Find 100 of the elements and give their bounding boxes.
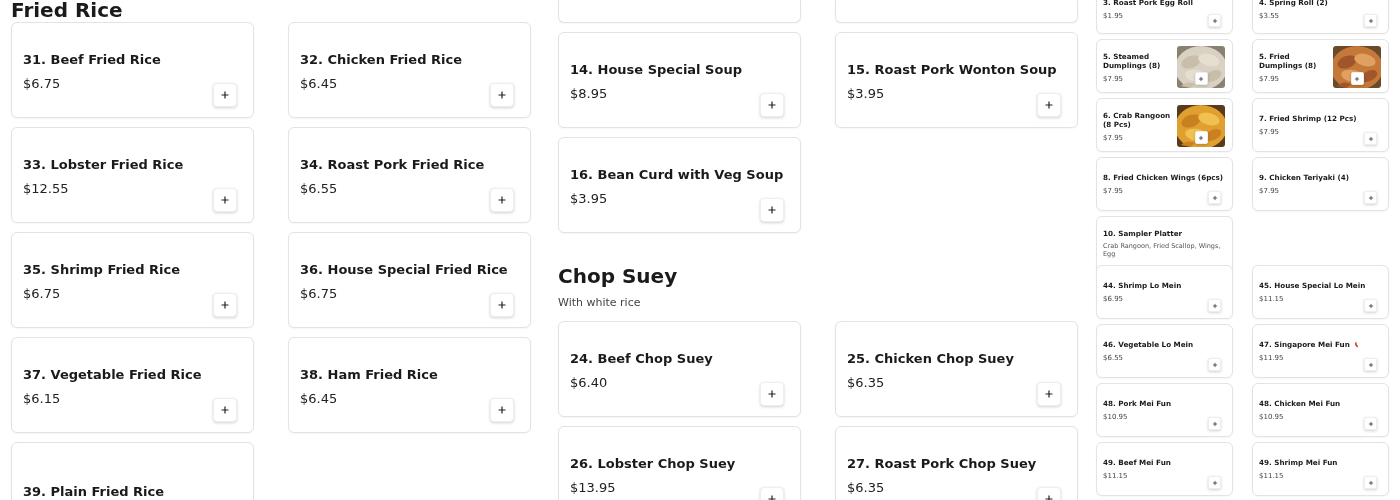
add-button[interactable] — [1037, 382, 1061, 406]
item-price: $6.45 — [300, 390, 339, 406]
plus-icon — [1367, 135, 1374, 142]
add-button[interactable] — [1364, 191, 1377, 204]
item-price: $6.55 — [300, 180, 339, 196]
add-button[interactable] — [1364, 417, 1377, 430]
plus-icon — [1354, 75, 1360, 82]
menu-item-card[interactable]: 31. Beef Fried Rice $6.75 — [11, 22, 254, 118]
item-name: 32. Chicken Fried Rice — [300, 51, 462, 67]
item-price: $6.75 — [300, 285, 339, 301]
plus-icon — [1367, 302, 1374, 309]
add-button[interactable] — [1208, 14, 1221, 27]
plus-icon — [497, 195, 507, 205]
plus-icon — [1211, 17, 1218, 24]
plus-icon — [1211, 479, 1218, 486]
section-heading: Chop Suey — [558, 263, 679, 289]
item-name: 15. Roast Pork Wonton Soup — [847, 61, 1057, 77]
plus-icon — [220, 300, 230, 310]
add-button[interactable] — [1208, 417, 1221, 430]
plus-icon — [1367, 361, 1374, 368]
item-name: 33. Lobster Fried Rice — [23, 156, 184, 172]
section-heading: Fried Rice — [11, 0, 124, 22]
plus-icon — [1367, 420, 1374, 427]
add-button[interactable] — [213, 293, 237, 317]
item-name: 34. Roast Pork Fried Rice — [300, 156, 485, 172]
plus-icon — [1367, 194, 1374, 201]
item-price: $6.40 — [570, 374, 609, 390]
item-name: 14. House Special Soup — [570, 61, 742, 77]
add-button[interactable] — [490, 398, 514, 422]
add-button[interactable] — [1364, 132, 1377, 145]
item-name: 39. Plain Fried Rice — [23, 483, 165, 499]
menu-item-card[interactable]: 25. Chicken Chop Suey $6.35 — [835, 321, 1078, 417]
menu-item-card[interactable]: 36. House Special Fried Rice $6.75 — [288, 232, 531, 328]
add-button[interactable] — [1037, 93, 1061, 117]
plus-icon — [1367, 479, 1374, 486]
add-button[interactable] — [760, 198, 784, 222]
add-button[interactable] — [213, 83, 237, 107]
add-button[interactable] — [1208, 476, 1221, 489]
add-button[interactable] — [1208, 191, 1221, 204]
plus-icon — [1211, 420, 1218, 427]
item-name: 31. Beef Fried Rice — [23, 51, 161, 67]
item-price: $6.75 — [23, 75, 62, 91]
add-button[interactable] — [1208, 358, 1221, 371]
item-name: 26. Lobster Chop Suey — [570, 455, 736, 471]
menu-item-card[interactable]: 34. Roast Pork Fried Rice $6.55 — [288, 127, 531, 223]
add-button[interactable] — [490, 83, 514, 107]
add-button[interactable] — [1208, 299, 1221, 312]
menu-item-card[interactable]: 14. House Special Soup $8.95 — [558, 32, 801, 128]
add-button[interactable] — [760, 93, 784, 117]
item-price: $6.35 — [847, 479, 886, 495]
item-name: 24. Beef Chop Suey — [570, 350, 713, 366]
item-name: 35. Shrimp Fried Rice — [23, 261, 180, 277]
item-price: $3.95 — [847, 85, 886, 101]
menu-item-card[interactable]: 27. Roast Pork Chop Suey $6.35 — [835, 426, 1078, 500]
item-price: $6.15 — [23, 390, 62, 406]
add-button[interactable] — [490, 293, 514, 317]
item-name: 37. Vegetable Fried Rice — [23, 366, 202, 382]
add-button[interactable] — [1364, 299, 1377, 312]
menu-item-card[interactable]: 16. Bean Curd with Veg Soup $3.95 — [558, 137, 801, 233]
plus-icon — [1211, 302, 1218, 309]
plus-icon — [220, 405, 230, 415]
item-price: $6.45 — [300, 75, 339, 91]
plus-icon — [1198, 75, 1204, 82]
item-name: 36. House Special Fried Rice — [300, 261, 508, 277]
menu-item-card[interactable]: 26. Lobster Chop Suey $13.95 — [558, 426, 801, 500]
item-price: $12.55 — [23, 180, 70, 196]
plus-icon — [497, 405, 507, 415]
add-button[interactable] — [490, 188, 514, 212]
add-button[interactable] — [760, 382, 784, 406]
add-button[interactable] — [1364, 476, 1377, 489]
item-price: $8.95 — [570, 85, 609, 101]
add-button[interactable] — [213, 398, 237, 422]
item-price: $6.35 — [847, 374, 886, 390]
plus-icon — [767, 100, 777, 110]
item-price: $3.95 — [570, 190, 609, 206]
menu-item-card[interactable]: 33. Lobster Fried Rice $12.55 — [11, 127, 254, 223]
add-button[interactable] — [213, 188, 237, 212]
plus-icon — [767, 389, 777, 399]
item-price: $6.75 — [23, 285, 62, 301]
menu-item-card[interactable]: 35. Shrimp Fried Rice $6.75 — [11, 232, 254, 328]
item-price: $13.95 — [570, 479, 617, 495]
section-subtitle: With white rice — [558, 296, 642, 309]
add-button[interactable] — [1364, 14, 1377, 27]
menu-item-card[interactable]: 38. Ham Fried Rice $6.45 — [288, 337, 531, 433]
menu-item-card[interactable]: 15. Roast Pork Wonton Soup $3.95 — [835, 32, 1078, 128]
item-name: 25. Chicken Chop Suey — [847, 350, 1014, 366]
plus-icon — [1044, 389, 1054, 399]
item-name: 16. Bean Curd with Veg Soup — [570, 166, 784, 182]
plus-icon — [497, 90, 507, 100]
menu-item-card[interactable]: 32. Chicken Fried Rice $6.45 — [288, 22, 531, 118]
plus-icon — [1211, 194, 1218, 201]
plus-icon — [220, 195, 230, 205]
plus-icon — [1198, 134, 1204, 141]
plus-icon — [767, 205, 777, 215]
menu-item-card[interactable]: 24. Beef Chop Suey $6.40 — [558, 321, 801, 417]
menu-item-card[interactable]: 39. Plain Fried Rice — [11, 442, 254, 500]
add-button[interactable] — [1364, 358, 1377, 371]
item-name: 38. Ham Fried Rice — [300, 366, 438, 382]
plus-icon — [1044, 100, 1054, 110]
menu-item-card[interactable]: 37. Vegetable Fried Rice $6.15 — [11, 337, 254, 433]
